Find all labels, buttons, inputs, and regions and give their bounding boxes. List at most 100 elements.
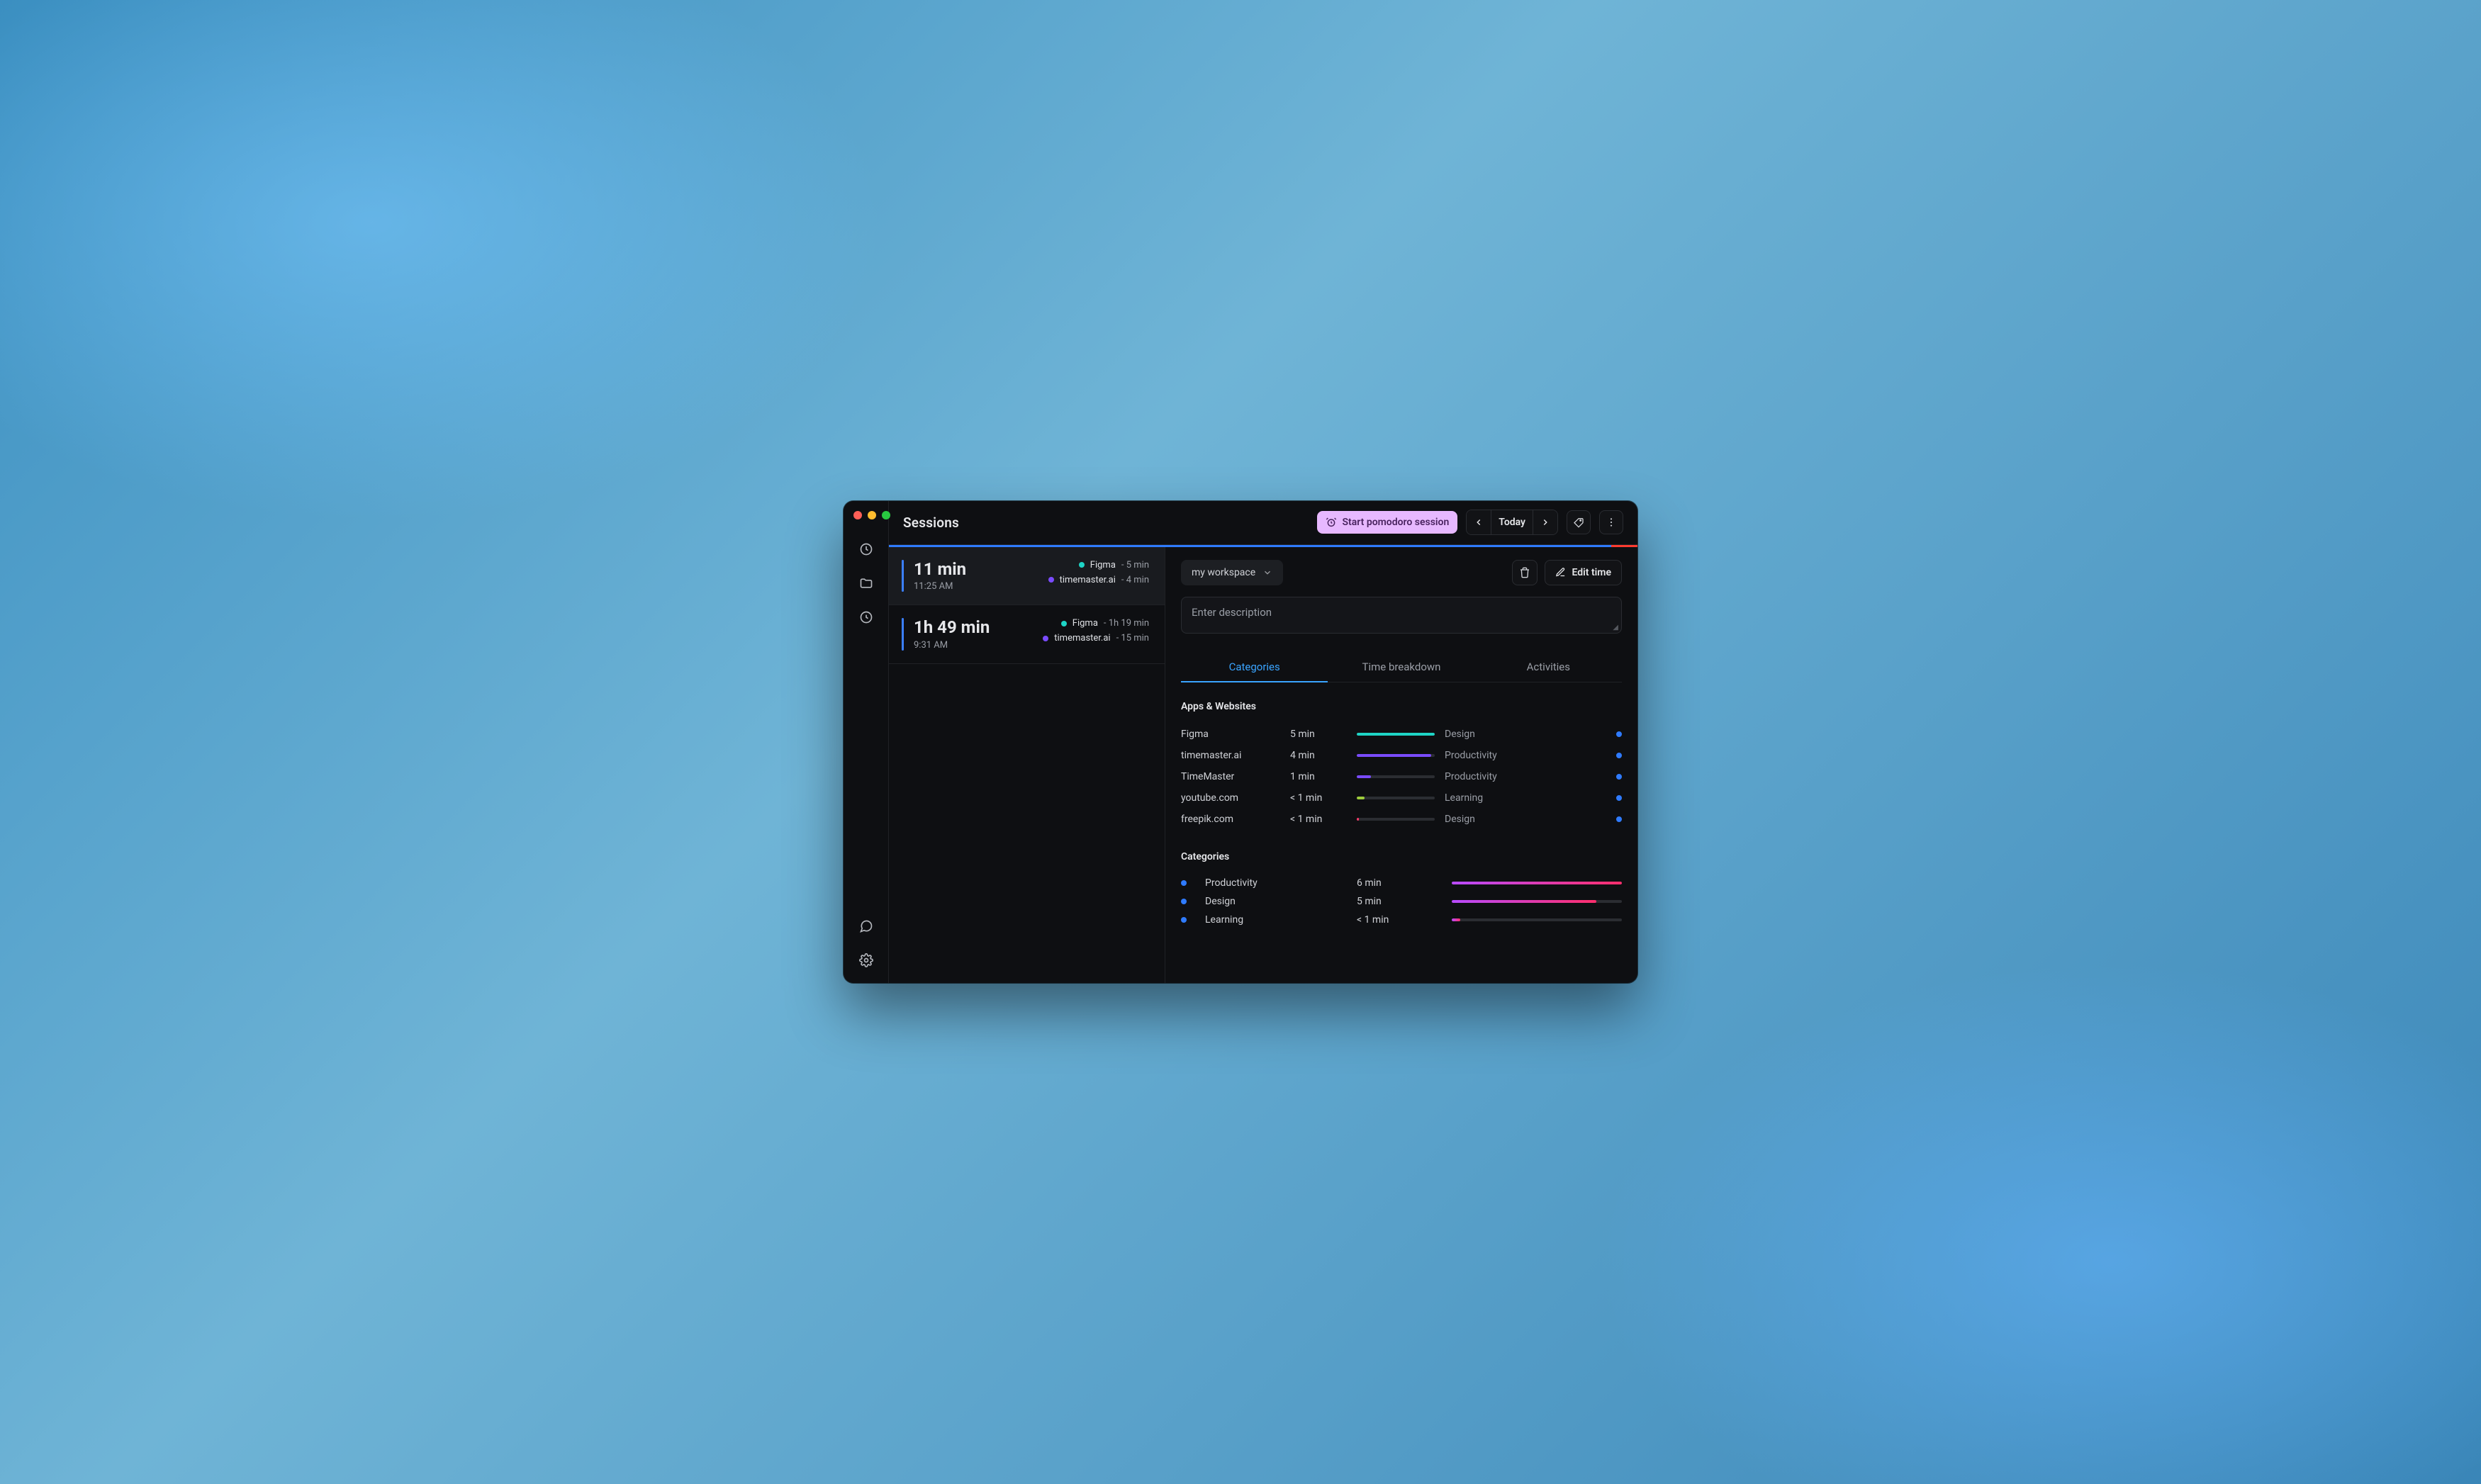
- session-app-line: Figma - 5 min: [1079, 560, 1149, 570]
- session-accent-bar: [902, 618, 904, 650]
- session-duration: 1h 49 min: [914, 618, 990, 636]
- category-usage-bar: [1452, 918, 1622, 921]
- session-app-time: - 15 min: [1116, 633, 1149, 643]
- page-title: Sessions: [903, 515, 959, 531]
- app-time: 4 min: [1290, 750, 1347, 761]
- category-dot-icon: [1181, 880, 1187, 886]
- app-usage-bar: [1357, 797, 1435, 799]
- app-name: Figma: [1181, 729, 1280, 740]
- app-row: timemaster.ai 4 min Productivity: [1181, 745, 1622, 766]
- minimize-window-button[interactable]: [868, 511, 876, 519]
- delete-session-button[interactable]: [1512, 560, 1538, 585]
- app-usage-bar: [1357, 733, 1435, 736]
- category-name: Design: [1205, 896, 1347, 907]
- workspace-select[interactable]: my workspace: [1181, 560, 1283, 585]
- session-app-line: timemaster.ai - 15 min: [1043, 633, 1149, 643]
- category-dot-icon: [1181, 899, 1187, 904]
- app-row: Figma 5 min Design: [1181, 724, 1622, 745]
- header: Sessions Start pomodoro session Today: [889, 501, 1637, 545]
- nav-settings-icon[interactable]: [852, 946, 880, 974]
- category-time: 5 min: [1357, 896, 1442, 907]
- color-dot-icon: [1043, 636, 1048, 641]
- app-row: youtube.com < 1 min Learning: [1181, 787, 1622, 809]
- nav-chat-icon[interactable]: [852, 912, 880, 940]
- category-dot-icon: [1181, 917, 1187, 923]
- category-row: Productivity 6 min: [1181, 874, 1622, 892]
- app-category: Design: [1445, 729, 1598, 740]
- app-row: freepik.com < 1 min Design: [1181, 809, 1622, 830]
- app-time: 1 min: [1290, 771, 1347, 782]
- tab-time-breakdown[interactable]: Time breakdown: [1328, 652, 1474, 682]
- resize-handle-icon[interactable]: ◢: [1613, 624, 1618, 631]
- app-category: Learning: [1445, 792, 1598, 804]
- chevron-down-icon: [1262, 568, 1272, 578]
- app-row-menu-button[interactable]: [1616, 774, 1622, 780]
- categories-list: Productivity 6 min Design 5 min Learning…: [1181, 874, 1622, 929]
- app-usage-bar: [1357, 754, 1435, 757]
- app-window: Sessions Start pomodoro session Today: [844, 501, 1637, 983]
- session-app-name: Figma: [1090, 560, 1116, 570]
- description-placeholder: Enter description: [1192, 606, 1272, 619]
- session-detail: my workspace Edit time: [1165, 547, 1637, 983]
- category-usage-bar: [1452, 900, 1622, 903]
- tag-button[interactable]: [1567, 510, 1591, 534]
- session-duration: 11 min: [914, 560, 966, 578]
- nav-dashboard-icon[interactable]: [852, 535, 880, 563]
- more-menu-button[interactable]: [1599, 510, 1623, 534]
- session-start-time: 11:25 AM: [914, 581, 966, 592]
- date-nav: Today: [1466, 510, 1558, 535]
- session-app-line: timemaster.ai - 4 min: [1048, 575, 1149, 585]
- category-row: Design 5 min: [1181, 892, 1622, 911]
- categories-section-title: Categories: [1181, 851, 1622, 862]
- prev-day-button[interactable]: [1467, 510, 1491, 534]
- description-input[interactable]: Enter description ◢: [1181, 597, 1622, 634]
- tab-activities[interactable]: Activities: [1475, 652, 1622, 682]
- edit-time-label: Edit time: [1572, 567, 1611, 578]
- app-row-menu-button[interactable]: [1616, 795, 1622, 801]
- tab-categories[interactable]: Categories: [1181, 652, 1328, 682]
- session-app-name: timemaster.ai: [1060, 575, 1116, 585]
- app-row-menu-button[interactable]: [1616, 731, 1622, 737]
- color-dot-icon: [1048, 577, 1054, 583]
- app-category: Design: [1445, 814, 1598, 825]
- app-name: TimeMaster: [1181, 771, 1280, 782]
- app-row: TimeMaster 1 min Productivity: [1181, 766, 1622, 787]
- nav-folder-icon[interactable]: [852, 569, 880, 597]
- app-time: < 1 min: [1290, 814, 1347, 825]
- pencil-icon: [1555, 567, 1566, 578]
- session-row[interactable]: 11 min 11:25 AM Figma - 5 min timemaster…: [889, 547, 1165, 605]
- session-app-line: Figma - 1h 19 min: [1061, 618, 1149, 629]
- alarm-icon: [1326, 517, 1337, 528]
- session-app-time: - 4 min: [1121, 575, 1149, 585]
- session-start-time: 9:31 AM: [914, 640, 990, 651]
- session-app-name: timemaster.ai: [1054, 633, 1110, 643]
- session-app-time: - 1h 19 min: [1104, 618, 1149, 629]
- apps-section-title: Apps & Websites: [1181, 701, 1622, 712]
- app-time: 5 min: [1290, 729, 1347, 740]
- session-row[interactable]: 1h 49 min 9:31 AM Figma - 1h 19 min time…: [889, 605, 1165, 663]
- start-pomodoro-button[interactable]: Start pomodoro session: [1317, 511, 1458, 534]
- category-time: 6 min: [1357, 877, 1442, 889]
- session-app-name: Figma: [1073, 618, 1098, 629]
- category-usage-bar: [1452, 882, 1622, 884]
- app-category: Productivity: [1445, 750, 1598, 761]
- close-window-button[interactable]: [853, 511, 862, 519]
- app-row-menu-button[interactable]: [1616, 753, 1622, 758]
- next-day-button[interactable]: [1533, 510, 1557, 534]
- category-row: Learning < 1 min: [1181, 911, 1622, 929]
- app-category: Productivity: [1445, 771, 1598, 782]
- detail-tabs: Categories Time breakdown Activities: [1181, 652, 1622, 682]
- color-dot-icon: [1061, 621, 1067, 626]
- main: Sessions Start pomodoro session Today: [889, 501, 1637, 983]
- sidebar: [844, 501, 889, 983]
- app-name: youtube.com: [1181, 792, 1280, 804]
- today-button[interactable]: Today: [1491, 510, 1533, 534]
- app-row-menu-button[interactable]: [1616, 816, 1622, 822]
- edit-time-button[interactable]: Edit time: [1545, 560, 1622, 585]
- workspace-label: my workspace: [1192, 567, 1255, 578]
- window-controls: [853, 510, 890, 529]
- nav-history-icon[interactable]: [852, 603, 880, 631]
- category-time: < 1 min: [1357, 914, 1442, 926]
- session-accent-bar: [902, 560, 904, 592]
- apps-list: Figma 5 min Design timemaster.ai 4 min P…: [1181, 724, 1622, 830]
